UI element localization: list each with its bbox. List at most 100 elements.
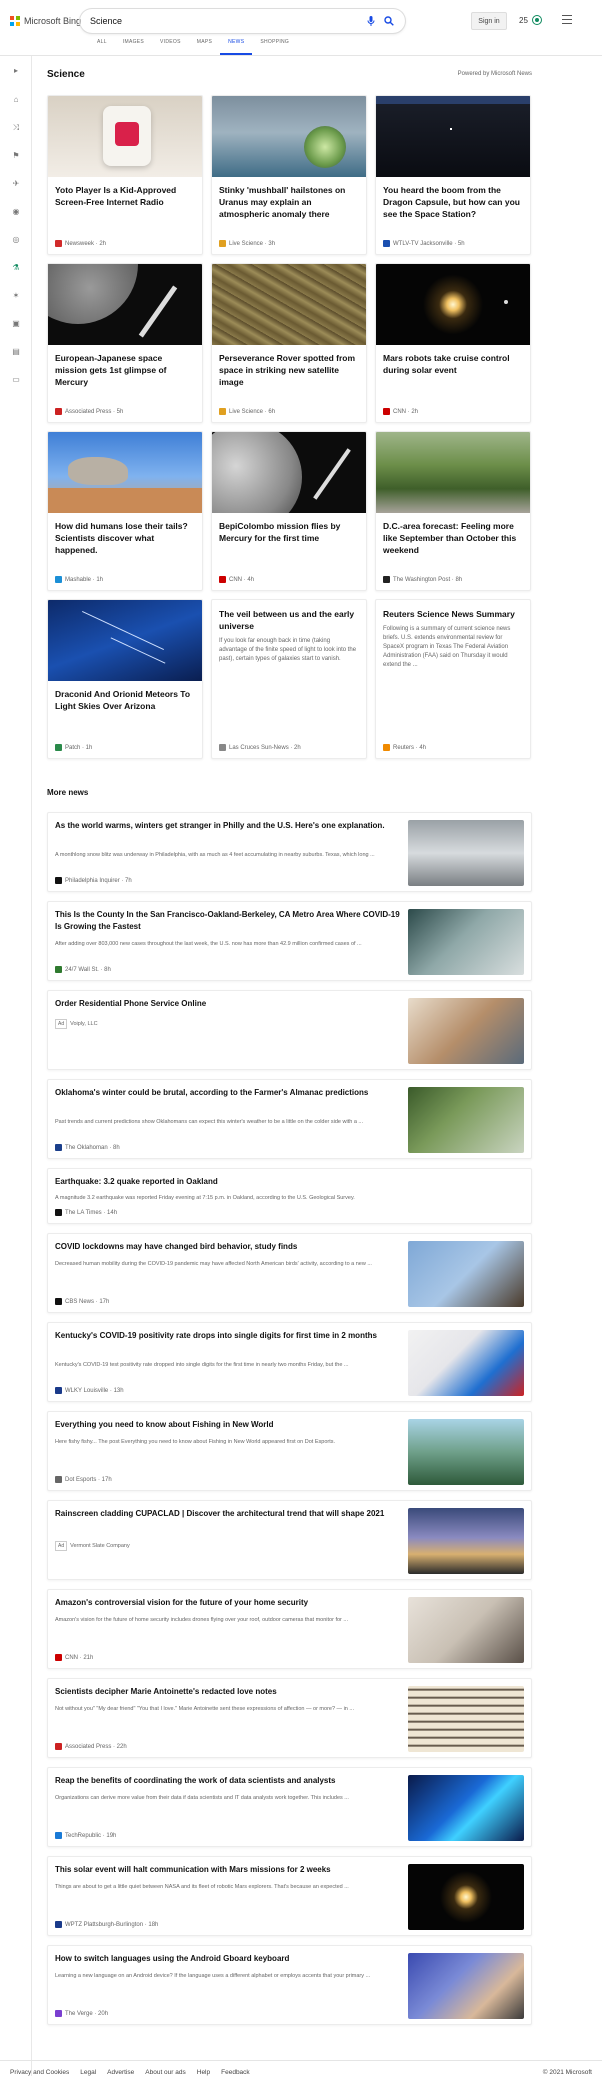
footer-link-advertise[interactable]: Advertise bbox=[107, 2069, 134, 2076]
location-icon[interactable]: ◉ bbox=[11, 207, 21, 217]
news-card[interactable]: You heard the boom from the Dragon Capsu… bbox=[375, 95, 531, 255]
item-image[interactable] bbox=[408, 1330, 524, 1396]
news-card[interactable]: Draconid And Orionid Meteors To Light Sk… bbox=[47, 599, 203, 759]
item-image[interactable] bbox=[408, 1087, 524, 1153]
news-list-item[interactable]: Reap the benefits of coordinating the wo… bbox=[47, 1767, 532, 1847]
sign-in-button[interactable]: Sign in bbox=[471, 12, 507, 30]
item-image[interactable] bbox=[408, 1597, 524, 1663]
patch-logo-icon bbox=[55, 744, 62, 751]
item-title[interactable]: As the world warms, winters get stranger… bbox=[55, 820, 407, 832]
tab-images[interactable]: IMAGES bbox=[115, 40, 152, 55]
news-card[interactable]: BepiColombo mission flies by Mercury for… bbox=[211, 431, 367, 591]
item-title[interactable]: Earthquake: 3.2 quake reported in Oaklan… bbox=[55, 1176, 407, 1188]
item-title[interactable]: Reap the benefits of coordinating the wo… bbox=[55, 1775, 407, 1787]
item-title[interactable]: Kentucky's COVID-19 positivity rate drop… bbox=[55, 1330, 407, 1342]
card-title[interactable]: D.C.-area forecast: Feeling more like Se… bbox=[376, 513, 530, 556]
news-card[interactable]: Yoto Player Is a Kid-Approved Screen-Fre… bbox=[47, 95, 203, 255]
expand-rail-icon[interactable]: ▸ bbox=[11, 66, 21, 76]
news-list-item[interactable]: COVID lockdowns may have changed bird be… bbox=[47, 1233, 532, 1313]
item-image[interactable] bbox=[408, 998, 524, 1064]
card-title[interactable]: Yoto Player Is a Kid-Approved Screen-Fre… bbox=[48, 177, 202, 208]
news-card[interactable]: Stinky 'mushball' hailstones on Uranus m… bbox=[211, 95, 367, 255]
hamburger-menu-icon[interactable] bbox=[562, 15, 572, 27]
globe-icon[interactable]: ◎ bbox=[11, 235, 21, 245]
item-image[interactable] bbox=[408, 820, 524, 886]
card-title[interactable]: BepiColombo mission flies by Mercury for… bbox=[212, 513, 366, 544]
bing-logo[interactable]: Microsoft Bing bbox=[10, 16, 81, 26]
item-image[interactable] bbox=[408, 1953, 524, 2019]
tab-all[interactable]: ALL bbox=[89, 40, 115, 55]
item-image[interactable] bbox=[408, 1775, 524, 1841]
tab-videos[interactable]: VIDEOS bbox=[152, 40, 189, 55]
item-image[interactable] bbox=[408, 1686, 524, 1752]
card-title[interactable]: Mars robots take cruise control during s… bbox=[376, 345, 530, 376]
briefcase-icon[interactable]: ▤ bbox=[11, 347, 21, 357]
news-list-item[interactable]: How to switch languages using the Androi… bbox=[47, 1945, 532, 2025]
item-title[interactable]: Everything you need to know about Fishin… bbox=[55, 1419, 407, 1431]
item-title[interactable]: Oklahoma's winter could be brutal, accor… bbox=[55, 1087, 407, 1099]
item-image[interactable] bbox=[408, 1508, 524, 1574]
card-title[interactable]: You heard the boom from the Dragon Capsu… bbox=[376, 177, 530, 220]
news-list-item-ad[interactable]: Order Residential Phone Service Online A… bbox=[47, 990, 532, 1070]
news-card[interactable]: D.C.-area forecast: Feeling more like Se… bbox=[375, 431, 531, 591]
rocket-icon[interactable]: ✈ bbox=[11, 179, 21, 189]
news-list-item[interactable]: Oklahoma's winter could be brutal, accor… bbox=[47, 1079, 532, 1159]
news-card[interactable]: How did humans lose their tails? Scienti… bbox=[47, 431, 203, 591]
item-title[interactable]: How to switch languages using the Androi… bbox=[55, 1953, 407, 1965]
search-box[interactable]: Science bbox=[80, 9, 405, 33]
news-list-item[interactable]: This Is the County In the San Francisco-… bbox=[47, 901, 532, 981]
card-title[interactable]: How did humans lose their tails? Scienti… bbox=[48, 513, 202, 556]
rewards-points[interactable]: 25 bbox=[519, 14, 543, 26]
film-icon[interactable]: ▣ bbox=[11, 319, 21, 329]
footer-link-legal[interactable]: Legal bbox=[80, 2069, 96, 2076]
news-list-item[interactable]: Everything you need to know about Fishin… bbox=[47, 1411, 532, 1491]
flag-icon[interactable]: ⚑ bbox=[11, 151, 21, 161]
satellite-icon[interactable]: ✶ bbox=[11, 291, 21, 301]
search-icon[interactable] bbox=[383, 15, 395, 27]
card-title[interactable]: Draconid And Orionid Meteors To Light Sk… bbox=[48, 681, 202, 712]
news-card[interactable]: European-Japanese space mission gets 1st… bbox=[47, 263, 203, 423]
left-rail: ▸ ⌂ ⤨ ⚑ ✈ ◉ ◎ ⚗ ✶ ▣ ▤ ▭ bbox=[0, 56, 32, 2076]
item-title[interactable]: This Is the County In the San Francisco-… bbox=[55, 909, 407, 932]
footer-link-feedback[interactable]: Feedback bbox=[221, 2069, 250, 2076]
news-list-item[interactable]: Scientists decipher Marie Antoinette's r… bbox=[47, 1678, 532, 1758]
microphone-icon[interactable] bbox=[365, 15, 377, 27]
item-title[interactable]: Rainscreen cladding CUPACLAD | Discover … bbox=[55, 1508, 407, 1520]
news-list-item[interactable]: Kentucky's COVID-19 positivity rate drop… bbox=[47, 1322, 532, 1402]
news-list-item[interactable]: Amazon's controversial vision for the fu… bbox=[47, 1589, 532, 1669]
footer-link-privacy[interactable]: Privacy and Cookies bbox=[10, 2069, 69, 2076]
news-list-item[interactable]: Earthquake: 3.2 quake reported in Oaklan… bbox=[47, 1168, 532, 1224]
tab-shopping[interactable]: SHOPPING bbox=[252, 40, 297, 55]
card-title[interactable]: The veil between us and the early univer… bbox=[212, 600, 366, 632]
card-title[interactable]: Reuters Science News Summary bbox=[376, 600, 530, 620]
item-image[interactable] bbox=[408, 909, 524, 975]
science-icon[interactable]: ⚗ bbox=[11, 263, 21, 273]
item-title[interactable]: This solar event will halt communication… bbox=[55, 1864, 407, 1876]
card-title[interactable]: Stinky 'mushball' hailstones on Uranus m… bbox=[212, 177, 366, 220]
item-image[interactable] bbox=[408, 1419, 524, 1485]
news-list-item-ad[interactable]: Rainscreen cladding CUPACLAD | Discover … bbox=[47, 1500, 532, 1580]
item-image[interactable] bbox=[408, 1241, 524, 1307]
news-card[interactable]: Mars robots take cruise control during s… bbox=[375, 263, 531, 423]
news-list-item[interactable]: This solar event will halt communication… bbox=[47, 1856, 532, 1936]
tab-maps[interactable]: MAPS bbox=[189, 40, 220, 55]
home-icon[interactable]: ⌂ bbox=[11, 95, 21, 105]
item-title[interactable]: COVID lockdowns may have changed bird be… bbox=[55, 1241, 407, 1253]
item-image[interactable] bbox=[408, 1864, 524, 1930]
item-title[interactable]: Scientists decipher Marie Antoinette's r… bbox=[55, 1686, 407, 1698]
news-list-item[interactable]: As the world warms, winters get stranger… bbox=[47, 812, 532, 892]
footer-links: Privacy and Cookies Legal Advertise Abou… bbox=[10, 2069, 250, 2076]
card-title[interactable]: European-Japanese space mission gets 1st… bbox=[48, 345, 202, 388]
item-title[interactable]: Order Residential Phone Service Online bbox=[55, 998, 407, 1010]
news-card[interactable]: Reuters Science News Summary Following i… bbox=[375, 599, 531, 759]
tab-news[interactable]: NEWS bbox=[220, 40, 253, 55]
item-title[interactable]: Amazon's controversial vision for the fu… bbox=[55, 1597, 407, 1609]
news-card[interactable]: Perseverance Rover spotted from space in… bbox=[211, 263, 367, 423]
footer-link-help[interactable]: Help bbox=[197, 2069, 210, 2076]
footer-link-about-ads[interactable]: About our ads bbox=[145, 2069, 185, 2076]
card-title[interactable]: Perseverance Rover spotted from space in… bbox=[212, 345, 366, 388]
shuffle-icon[interactable]: ⤨ bbox=[11, 123, 21, 133]
news-card[interactable]: The veil between us and the early univer… bbox=[211, 599, 367, 759]
search-input[interactable]: Science bbox=[90, 16, 359, 26]
card-icon[interactable]: ▭ bbox=[11, 375, 21, 385]
